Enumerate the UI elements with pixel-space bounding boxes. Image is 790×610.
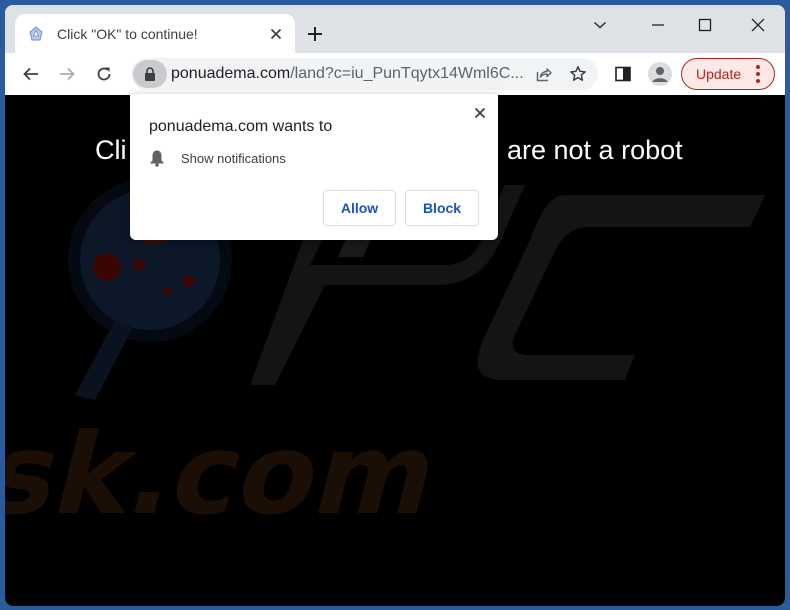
url-host: ponuadema.com xyxy=(171,65,291,82)
minimize-button[interactable] xyxy=(643,13,673,37)
watermark-risk-text: risk.com xyxy=(5,409,452,540)
browser-window: Click "OK" to continue! ponuadema.com/la… xyxy=(5,5,785,606)
tab-search-button[interactable] xyxy=(585,13,615,37)
arrow-right-icon xyxy=(60,67,75,81)
url-path: /land?c=iu_PunTqytx14Wml6C... xyxy=(290,65,524,82)
forward-button[interactable] xyxy=(54,61,80,87)
lens-dot xyxy=(133,259,145,271)
side-panel-button[interactable] xyxy=(610,61,636,87)
site-info-button[interactable] xyxy=(133,60,167,88)
close-icon xyxy=(474,107,486,119)
headline-right: are not a robot xyxy=(507,135,683,165)
share-button[interactable] xyxy=(530,60,558,88)
close-icon xyxy=(751,18,765,32)
headline-left: Cli xyxy=(95,135,127,165)
notification-permission-popup: ponuadema.com wants to Show notification… xyxy=(130,94,498,240)
bookmark-button[interactable] xyxy=(564,60,592,88)
lock-icon xyxy=(145,67,155,81)
side-panel-icon xyxy=(615,66,631,82)
close-window-button[interactable] xyxy=(743,13,773,37)
reload-icon xyxy=(97,67,111,81)
block-button[interactable]: Block xyxy=(405,190,479,226)
tab-close-icon[interactable] xyxy=(267,25,285,43)
bell-notification-icon xyxy=(27,25,45,43)
minimize-icon xyxy=(652,24,664,26)
bell-icon xyxy=(150,150,164,167)
tab-title: Click "OK" to continue! xyxy=(57,25,198,42)
tab-strip: Click "OK" to continue! xyxy=(5,5,785,53)
arrow-left-icon xyxy=(23,67,38,81)
tab-active[interactable]: Click "OK" to continue! xyxy=(15,14,295,53)
update-label: Update xyxy=(696,66,742,82)
plus-icon xyxy=(308,27,322,41)
maximize-icon xyxy=(698,18,712,32)
toolbar: ponuadema.com/land?c=iu_PunTqytx14Wml6C.… xyxy=(5,53,785,95)
popup-close-button[interactable] xyxy=(470,103,490,123)
lens-dot xyxy=(163,287,171,295)
new-tab-button[interactable] xyxy=(303,22,327,46)
allow-button[interactable]: Allow xyxy=(323,190,396,226)
lens-dot xyxy=(93,253,121,281)
person-icon xyxy=(652,67,668,82)
reload-button[interactable] xyxy=(91,61,117,87)
permission-label: Show notifications xyxy=(181,150,286,166)
update-button[interactable]: Update xyxy=(681,58,775,90)
star-icon xyxy=(570,66,586,81)
watermark-letter-c xyxy=(477,195,765,380)
more-menu-icon[interactable] xyxy=(748,65,768,83)
permission-row: Show notifications xyxy=(149,149,286,167)
lens-dot xyxy=(183,275,195,287)
address-bar[interactable]: ponuadema.com/land?c=iu_PunTqytx14Wml6C.… xyxy=(131,58,598,90)
magnifier-handle xyxy=(75,320,133,400)
popup-title: ponuadema.com wants to xyxy=(149,118,333,135)
maximize-button[interactable] xyxy=(690,13,720,37)
share-icon xyxy=(536,68,552,82)
profile-avatar[interactable] xyxy=(648,62,672,86)
back-button[interactable] xyxy=(18,61,44,87)
url-text[interactable]: ponuadema.com/land?c=iu_PunTqytx14Wml6C.… xyxy=(171,65,530,83)
chevron-down-icon xyxy=(593,21,607,29)
